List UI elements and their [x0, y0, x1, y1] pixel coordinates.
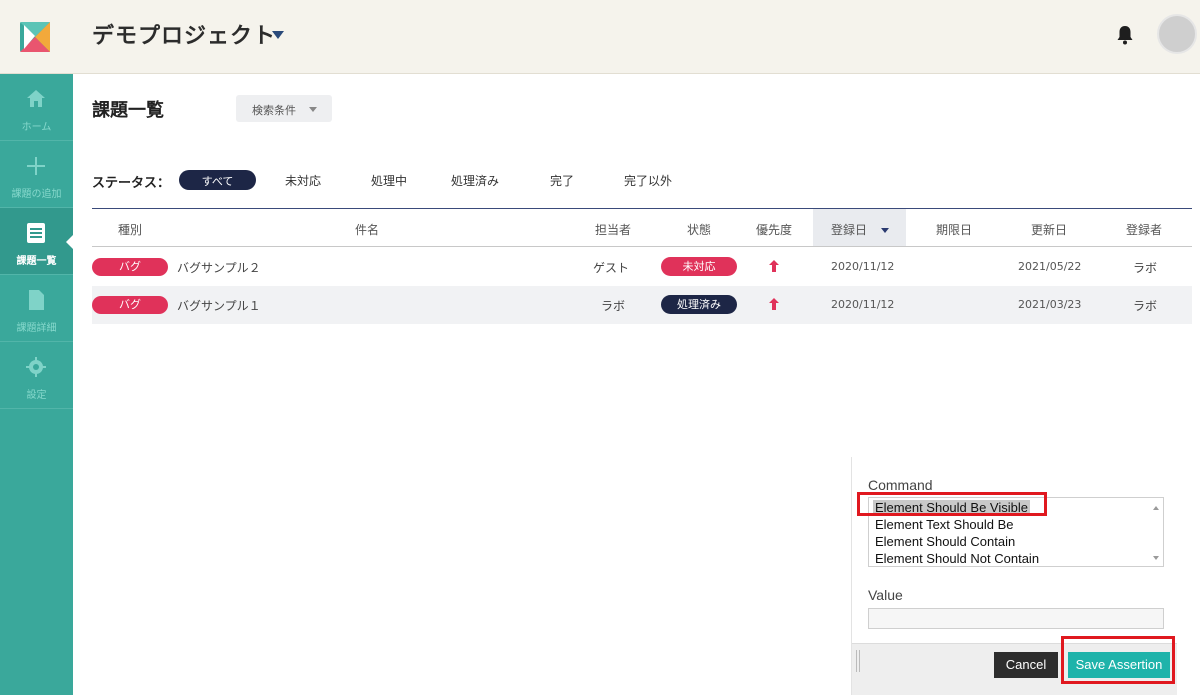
issue-registrant: ラボ: [1133, 299, 1158, 313]
column-header-due[interactable]: 期限日: [936, 221, 972, 238]
app-header: デモプロジェクト: [0, 0, 1200, 74]
search-conditions-label: 検索条件: [252, 104, 296, 117]
status-badge: 未対応: [661, 257, 737, 276]
highlight-frame: [857, 492, 1047, 516]
status-filter-not-closed[interactable]: 完了以外: [624, 172, 672, 189]
sidebar-divider: [0, 408, 73, 409]
table-top-border: [92, 208, 1192, 209]
sidebar-item-home[interactable]: ホーム: [0, 74, 73, 140]
issue-registrant: ラボ: [1133, 261, 1158, 275]
chevron-down-icon[interactable]: [272, 31, 284, 39]
command-option[interactable]: Element Should Contain: [875, 534, 1015, 549]
command-label: Command: [868, 477, 933, 493]
sidebar-item-label: ホーム: [21, 122, 52, 133]
project-title[interactable]: デモプロジェクト: [92, 18, 276, 50]
search-conditions-button[interactable]: 検索条件: [236, 95, 332, 122]
column-header-subject[interactable]: 件名: [355, 221, 379, 238]
sidebar-item-label: 課題一覧: [16, 256, 57, 267]
issue-assignee: ラボ: [601, 299, 626, 313]
column-header-registrant[interactable]: 登録者: [1126, 221, 1162, 238]
issue-assignee: ゲスト: [593, 261, 630, 275]
command-option[interactable]: Element Should Not Contain: [875, 551, 1039, 566]
status-filter-in-progress[interactable]: 処理中: [371, 172, 407, 189]
scroll-down-icon[interactable]: [1153, 556, 1159, 560]
plus-icon: [27, 157, 45, 175]
issue-subject[interactable]: バグサンプル１: [177, 297, 261, 314]
page-title: 課題一覧: [92, 100, 164, 121]
column-header-status[interactable]: 状態: [687, 221, 711, 238]
table-header-border: [92, 246, 1192, 247]
sidebar-item-issue-list[interactable]: 課題一覧: [0, 208, 73, 274]
document-icon: [29, 290, 44, 310]
sidebar-item-label: 課題の追加: [11, 189, 62, 200]
registered-date: 2020/11/12: [831, 298, 895, 311]
scroll-up-icon[interactable]: [1153, 506, 1159, 510]
status-filter-open[interactable]: 未対応: [285, 172, 321, 189]
column-header-priority[interactable]: 優先度: [756, 221, 792, 238]
home-icon: [27, 90, 45, 107]
app-logo-icon[interactable]: [20, 22, 50, 52]
command-option[interactable]: Element Text Should Be: [875, 517, 1014, 532]
chevron-down-icon: [309, 107, 317, 112]
sidebar-item-label: 設定: [26, 390, 47, 401]
updated-date: 2021/05/22: [1018, 260, 1082, 273]
priority-high-icon: [769, 298, 779, 310]
issue-type-badge: バグ: [92, 258, 168, 276]
sidebar: ホーム 課題の追加 課題一覧 課題詳細 設定: [0, 74, 73, 695]
avatar[interactable]: [1157, 14, 1197, 54]
list-icon: [27, 223, 45, 243]
issue-subject[interactable]: バグサンプル２: [177, 259, 261, 276]
table-row[interactable]: バグ バグサンプル２ ゲスト 未対応 2020/11/12 2021/05/22…: [92, 248, 1192, 286]
sort-desc-icon[interactable]: [881, 228, 889, 233]
gear-icon: [26, 357, 46, 377]
priority-high-icon: [769, 260, 779, 272]
sidebar-item-add-issue[interactable]: 課題の追加: [0, 141, 73, 207]
column-header-type[interactable]: 種別: [118, 221, 142, 238]
cancel-button[interactable]: Cancel: [994, 652, 1058, 678]
value-label: Value: [868, 587, 903, 603]
sidebar-item-label: 課題詳細: [16, 323, 57, 334]
highlight-frame: [1061, 636, 1175, 684]
sidebar-item-settings[interactable]: 設定: [0, 342, 73, 408]
resize-grip-icon[interactable]: [856, 650, 860, 672]
bell-icon[interactable]: [1116, 25, 1134, 45]
table-row[interactable]: バグ バグサンプル１ ラボ 処理済み 2020/11/12 2021/03/23…: [92, 286, 1192, 324]
status-filter-label: ステータス：: [92, 176, 171, 191]
registered-date: 2020/11/12: [831, 260, 895, 273]
status-filter-all[interactable]: すべて: [179, 170, 256, 190]
value-input[interactable]: [868, 608, 1164, 629]
sidebar-item-issue-detail[interactable]: 課題詳細: [0, 275, 73, 341]
updated-date: 2021/03/23: [1018, 298, 1082, 311]
column-header-assignee[interactable]: 担当者: [595, 221, 631, 238]
status-badge: 処理済み: [661, 295, 737, 314]
issue-type-badge: バグ: [92, 296, 168, 314]
column-header-registered[interactable]: 登録日: [831, 221, 867, 238]
status-filter-resolved[interactable]: 処理済み: [451, 172, 499, 189]
status-filter-closed[interactable]: 完了: [550, 172, 574, 189]
column-header-updated[interactable]: 更新日: [1031, 221, 1067, 238]
